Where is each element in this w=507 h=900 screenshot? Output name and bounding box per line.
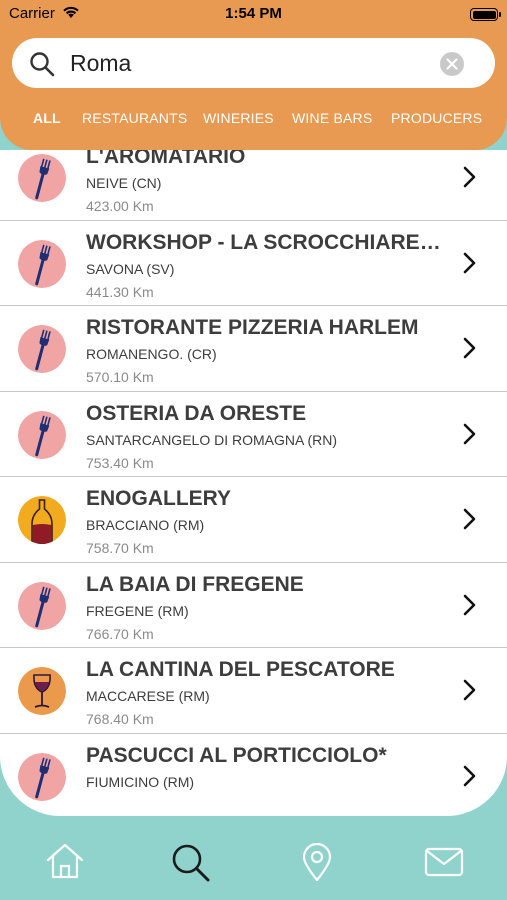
chevron-right-icon (463, 508, 477, 535)
result-distance: 768.40 Km (86, 711, 154, 727)
list-item[interactable]: OSTERIA DA ORESTE SANTARCANGELO DI ROMAG… (0, 392, 507, 477)
search-icon[interactable] (170, 842, 212, 889)
list-item[interactable]: LA BAIA DI FREGENE FREGENE (RM) 766.70 K… (0, 563, 507, 648)
result-place: FIUMICINO (RM) (86, 773, 195, 790)
result-name: ENOGALLERY (86, 487, 232, 510)
clock: 1:54 PM (225, 5, 282, 22)
fork-icon (18, 581, 66, 630)
mail-icon[interactable] (424, 842, 464, 882)
result-name: OSTERIA DA ORESTE (86, 401, 307, 425)
status-bar: Carrier 1:54 PM (0, 0, 507, 30)
tab-producers[interactable]: PRODUCERS (391, 110, 482, 126)
chevron-right-icon (463, 423, 477, 450)
result-distance: 570.10 Km (86, 369, 154, 385)
category-tabs: ALL RESTAURANTS WINERIES WINE BARS PRODU… (0, 110, 507, 132)
result-place: SAVONA (SV) (86, 260, 175, 277)
result-name: PASCUCCI AL PORTICCIOLO* (86, 743, 387, 767)
fork-icon (18, 410, 66, 459)
result-place: FREGENE (RM) (86, 602, 189, 619)
search-icon (29, 51, 55, 82)
result-distance: 753.40 Km (86, 454, 154, 471)
wine-glass-icon (18, 667, 66, 715)
chevron-right-icon (463, 765, 477, 792)
chevron-right-icon (463, 594, 477, 621)
chevron-right-icon (463, 679, 477, 706)
wine-bottle-icon (18, 496, 66, 544)
fork-icon (18, 239, 66, 288)
result-distance: 423.00 Km (86, 198, 154, 214)
result-distance: 766.70 Km (86, 625, 154, 642)
result-distance: 758.70 Km (86, 540, 154, 556)
tab-restaurants[interactable]: RESTAURANTS (82, 110, 187, 126)
search-header: ALL RESTAURANTS WINERIES WINE BARS PRODU… (0, 30, 507, 150)
fork-icon (18, 752, 66, 801)
list-item[interactable]: RISTORANTE PIZZERIA HARLEM ROMANENGO. (C… (0, 306, 507, 392)
list-item[interactable]: L'AROMATARIO NEIVE (CN) 423.00 Km (0, 150, 507, 221)
list-item[interactable]: ENOGALLERY BRACCIANO (RM) 758.70 Km (0, 477, 507, 563)
tab-wine-bars[interactable]: WINE BARS (292, 110, 372, 126)
result-place: BRACCIANO (RM) (86, 517, 205, 533)
chevron-right-icon (463, 166, 477, 193)
result-name: LA BAIA DI FREGENE (86, 572, 304, 596)
chevron-right-icon (463, 252, 477, 279)
map-pin-icon[interactable] (300, 842, 334, 887)
tab-wineries[interactable]: WINERIES (203, 110, 274, 126)
list-item[interactable]: LA CANTINA DEL PESCATORE MACCARESE (RM) … (0, 648, 507, 734)
tab-all[interactable]: ALL (33, 110, 61, 126)
result-name: WORKSHOP - LA SCROCCHIARELLA (86, 230, 448, 254)
search-input[interactable] (70, 46, 430, 80)
results-list[interactable]: L'AROMATARIO NEIVE (CN) 423.00 Km WORKSH… (0, 150, 507, 816)
result-place: SANTARCANGELO DI ROMAGNA (RN) (86, 431, 337, 448)
list-item[interactable]: WORKSHOP - LA SCROCCHIARELLA SAVONA (SV)… (0, 221, 507, 306)
chevron-right-icon (463, 337, 477, 364)
battery-icon (470, 8, 501, 21)
fork-icon (18, 154, 66, 202)
result-name: RISTORANTE PIZZERIA HARLEM (86, 316, 419, 339)
result-place: NEIVE (CN) (86, 175, 162, 191)
result-distance: 441.30 Km (86, 283, 154, 300)
result-name: L'AROMATARIO (86, 150, 246, 168)
home-icon[interactable] (45, 842, 85, 885)
list-item[interactable]: PASCUCCI AL PORTICCIOLO* FIUMICINO (RM) (0, 734, 507, 817)
clear-icon[interactable] (440, 52, 464, 76)
search-bar (12, 38, 495, 88)
result-name: LA CANTINA DEL PESCATORE (86, 658, 395, 681)
fork-icon (18, 325, 66, 373)
bottom-tab-bar (0, 830, 507, 900)
result-place: MACCARESE (RM) (86, 688, 210, 704)
result-place: ROMANENGO. (CR) (86, 346, 217, 362)
